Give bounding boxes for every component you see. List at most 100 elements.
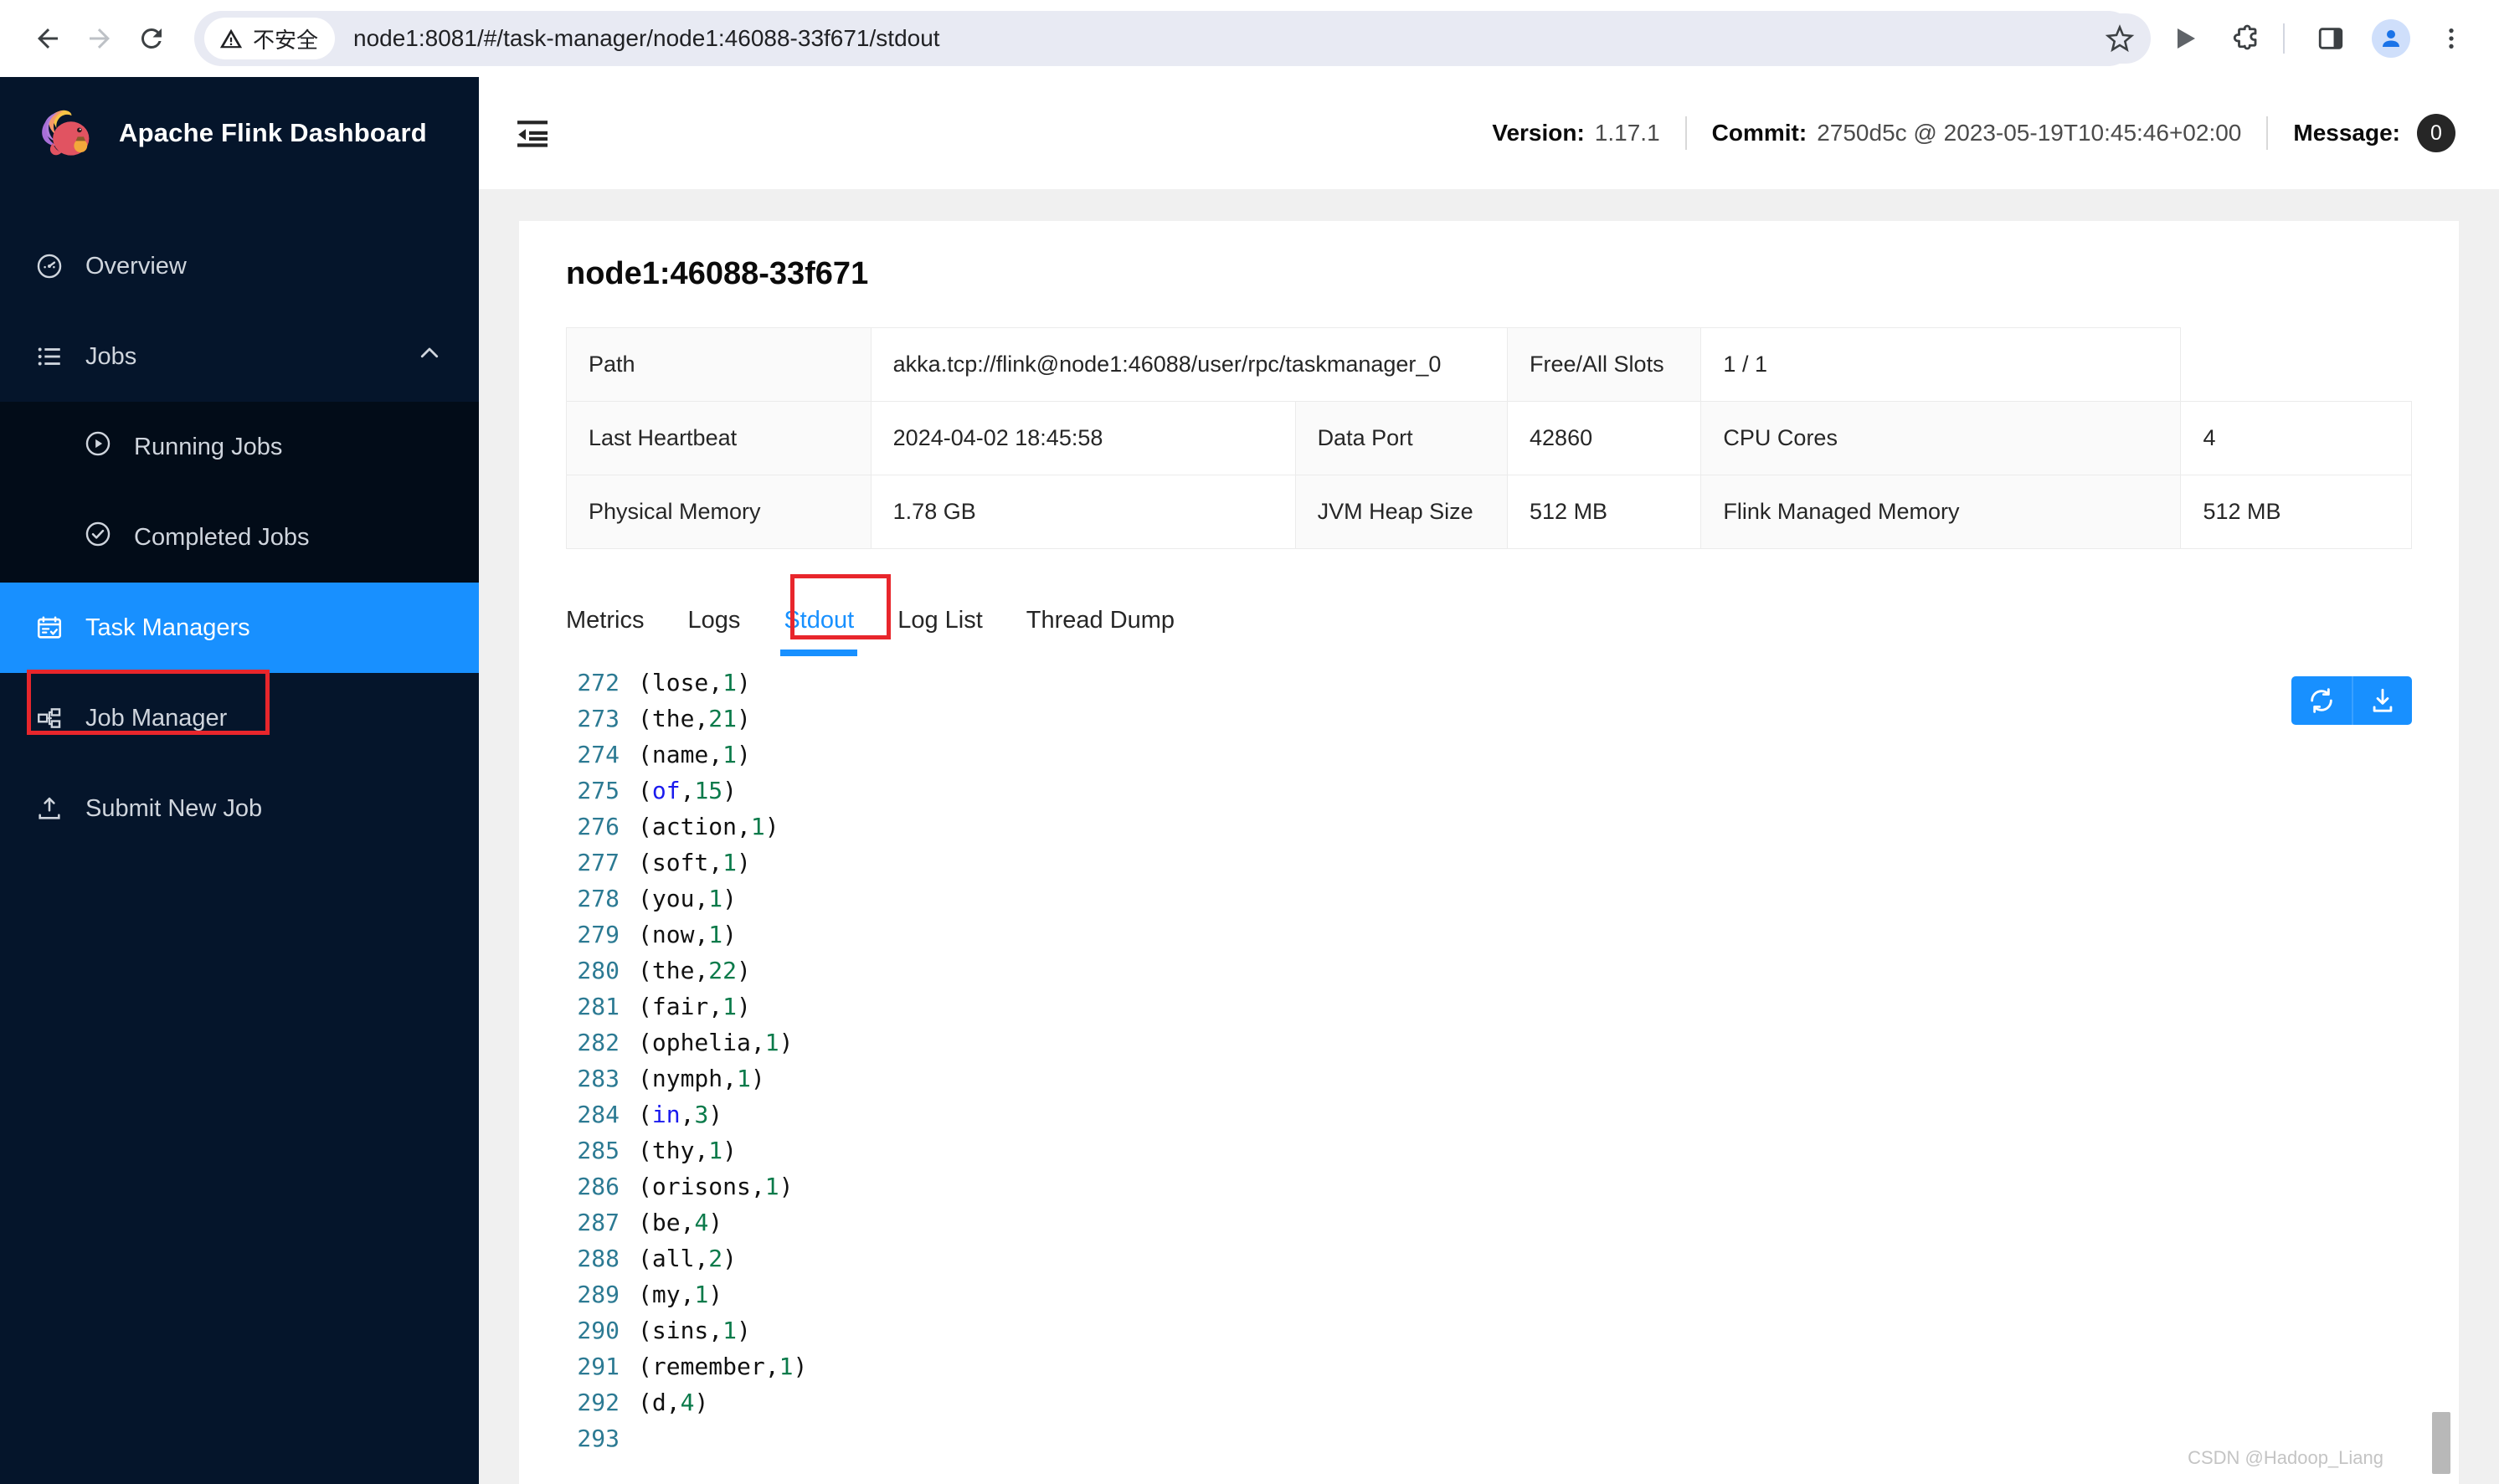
warning-triangle-icon <box>219 28 243 49</box>
sidebar-item-jobs[interactable]: Jobs <box>0 311 479 402</box>
flink-squirrel-logo <box>42 110 90 156</box>
log-line-text: (you,1) <box>638 885 738 912</box>
main-area: Version: 1.17.1 Commit: 2750d5c @ 2023-0… <box>479 77 2499 1484</box>
log-line: 280 (the,22) <box>519 953 2459 988</box>
log-line: 275 (of,15) <box>519 773 2459 809</box>
log-line-text: (all,2) <box>638 1245 738 1272</box>
security-label: 不安全 <box>253 28 319 54</box>
cell-jvm-heap-size-value: 512 MB <box>1507 475 1702 549</box>
cell-path-label: Path <box>566 327 872 402</box>
taskmanager-tabs: Metrics Logs Stdout Log List Thread Dump <box>566 574 2412 656</box>
cell-free-all-slots-value: 1 / 1 <box>1700 327 2182 402</box>
app-shell: Apache Flink Dashboard Overview Jobs Run… <box>0 77 2499 1484</box>
refresh-log-button[interactable] <box>2291 676 2352 725</box>
sidebar-subitem-label: Completed Jobs <box>134 523 310 551</box>
extensions-button[interactable] <box>2219 13 2271 64</box>
reload-button[interactable] <box>126 13 177 64</box>
log-scrollbar-thumb[interactable] <box>2432 1412 2450 1474</box>
sidebar-item-label: Submit New Job <box>85 794 263 822</box>
check-circle-icon <box>84 520 112 555</box>
log-line: 274 (name,1) <box>519 737 2459 773</box>
tab-stdout[interactable]: Stdout <box>762 607 876 656</box>
profile-avatar-icon <box>2383 30 2399 47</box>
log-line-number: 291 <box>577 1353 620 1380</box>
sidebar-subitem-label: Running Jobs <box>134 433 283 460</box>
media-control-button[interactable] <box>2159 13 2211 64</box>
log-line: 282 (ophelia,1) <box>519 1024 2459 1060</box>
log-line-text: (sins,1) <box>638 1317 751 1344</box>
tab-log-list[interactable]: Log List <box>876 607 1005 656</box>
log-line-text: (ophelia,1) <box>638 1029 794 1056</box>
list-icon <box>35 342 64 371</box>
sidebar-item-label: Jobs <box>85 342 137 370</box>
meta-divider-1 <box>1684 116 1687 150</box>
taskmanager-info-table: Path akka.tcp://flink@node1:46088/user/r… <box>566 327 2412 549</box>
chevron-up-icon[interactable] <box>417 341 442 372</box>
sidebar-item-label: Job Manager <box>85 704 228 732</box>
tab-thread-dump[interactable]: Thread Dump <box>1005 607 1196 656</box>
reload-icon <box>141 28 162 49</box>
side-panel-button[interactable] <box>2305 13 2357 64</box>
log-line-text: (action,1) <box>638 813 779 840</box>
log-line: 279 (now,1) <box>519 917 2459 953</box>
log-line-number: 288 <box>577 1245 620 1272</box>
log-line-number: 281 <box>577 993 620 1020</box>
version-label: Version: <box>1492 120 1585 146</box>
cell-data-port-label: Data Port <box>1294 401 1509 475</box>
arrow-left-icon <box>38 28 58 49</box>
sidebar-item-label: Task Managers <box>85 614 250 641</box>
log-content[interactable]: 272 (lose,1) 273 (the,21) 274 (name,1) 275 (of,… <box>519 656 2459 1484</box>
message-count-badge[interactable]: 0 <box>2417 114 2455 152</box>
log-line: 292 (d,4) <box>519 1384 2459 1420</box>
log-line-text: (fair,1) <box>638 993 751 1020</box>
log-line-number: 292 <box>577 1389 620 1416</box>
address-bar[interactable]: 不安全 node1:8081/#/task-manager/node1:4608… <box>194 11 2136 66</box>
profile-button[interactable] <box>2365 13 2417 64</box>
log-line-text: (name,1) <box>638 741 751 768</box>
log-line-text: (now,1) <box>638 921 738 948</box>
log-scrollbar[interactable] <box>2432 656 2454 1484</box>
cell-last-heartbeat-value: 2024-04-02 18:45:58 <box>870 401 1296 475</box>
star-icon <box>2105 24 2135 53</box>
log-line-number: 284 <box>577 1101 620 1128</box>
sidebar-item-running-jobs[interactable]: Running Jobs <box>0 402 479 492</box>
sidebar-item-submit-new-job[interactable]: Submit New Job <box>0 763 479 854</box>
sidebar-item-job-manager[interactable]: Job Manager <box>0 673 479 763</box>
site-security-indicator[interactable]: 不安全 <box>204 18 336 59</box>
bookmark-button[interactable] <box>2089 13 2151 64</box>
sidebar-item-overview[interactable]: Overview <box>0 221 479 311</box>
sidebar-item-label: Overview <box>85 252 187 280</box>
log-line: 287 (be,4) <box>519 1204 2459 1240</box>
tab-metrics[interactable]: Metrics <box>566 607 666 656</box>
back-button[interactable] <box>22 13 74 64</box>
log-line-text: (lose,1) <box>638 669 751 696</box>
menu-fold-icon[interactable] <box>512 113 553 153</box>
cell-free-all-slots-label: Free/All Slots <box>1507 327 1702 402</box>
tab-logs[interactable]: Logs <box>666 607 762 656</box>
url-text: node1:8081/#/task-manager/node1:46088-33… <box>353 25 940 51</box>
log-line-number: 282 <box>577 1029 620 1056</box>
dashboard-icon <box>35 252 64 280</box>
upload-icon <box>35 794 64 823</box>
sidebar-item-completed-jobs[interactable]: Completed Jobs <box>0 492 479 583</box>
three-dot-menu-icon <box>2449 28 2454 49</box>
taskmanager-card: node1:46088-33f671 Path akka.tcp://flink… <box>519 221 2459 656</box>
chrome-menu-button[interactable] <box>2425 13 2477 64</box>
download-log-button[interactable] <box>2352 676 2412 725</box>
table-row: Path akka.tcp://flink@node1:46088/user/r… <box>566 327 2412 402</box>
log-line: 281 (fair,1) <box>519 988 2459 1024</box>
forward-button[interactable] <box>74 13 126 64</box>
sidebar: Apache Flink Dashboard Overview Jobs Run… <box>0 77 479 1484</box>
version-value: 1.17.1 <box>1594 120 1660 146</box>
cell-physical-memory-value: 1.78 GB <box>870 475 1296 549</box>
log-line-number: 290 <box>577 1317 620 1344</box>
log-line: 285 (thy,1) <box>519 1132 2459 1168</box>
log-line: 293 <box>519 1420 2459 1456</box>
log-line-number: 287 <box>577 1209 620 1236</box>
cell-jvm-heap-size-label: JVM Heap Size <box>1294 475 1509 549</box>
log-line-number: 283 <box>577 1065 620 1092</box>
cell-last-heartbeat-label: Last Heartbeat <box>566 401 872 475</box>
task-manager-icon <box>35 614 64 642</box>
log-line-number: 286 <box>577 1173 620 1200</box>
sidebar-item-task-managers[interactable]: Task Managers <box>0 583 479 673</box>
